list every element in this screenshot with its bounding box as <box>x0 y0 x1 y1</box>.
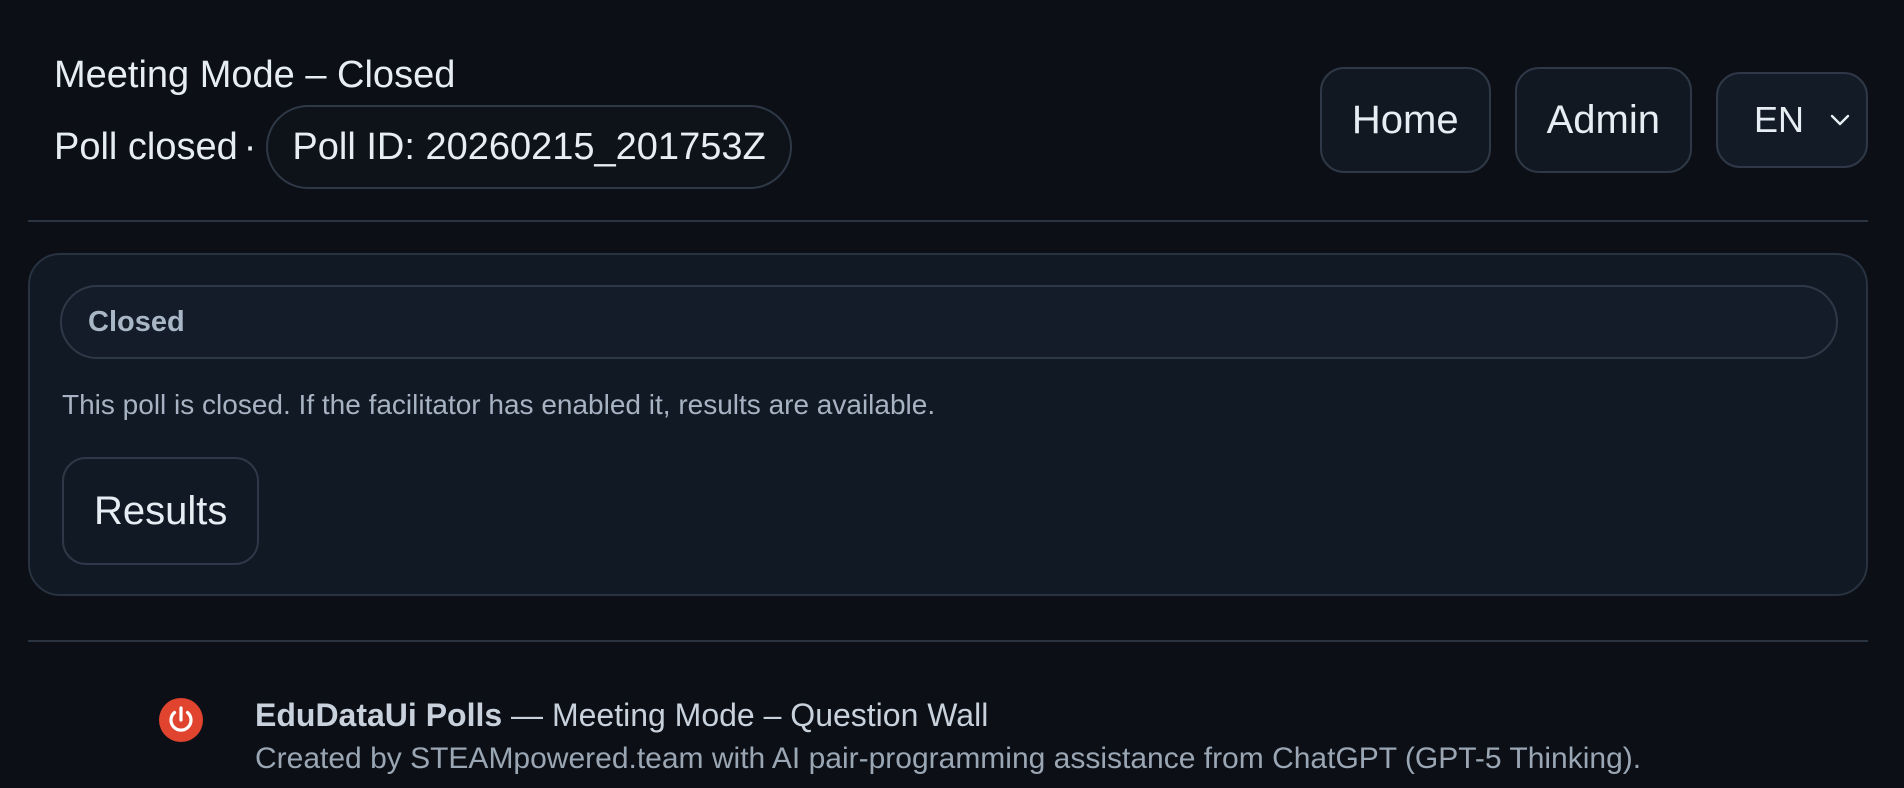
footer-credits: Created by STEAMpowered.team with AI pai… <box>255 742 1642 775</box>
chevron-down-icon <box>1830 114 1850 126</box>
home-button[interactable]: Home <box>1319 67 1491 173</box>
admin-button[interactable]: Admin <box>1514 67 1692 173</box>
footer-subtitle: — Meeting Mode – Question Wall <box>502 697 989 733</box>
footer-brand: EduDataUi Polls <box>255 697 503 733</box>
page-header: Meeting Mode – Closed Poll closed · Poll… <box>28 0 1868 222</box>
poll-status-line: Poll closed · Poll ID: 20260215_201753Z <box>54 104 792 190</box>
page-title: Meeting Mode – Closed <box>54 54 456 96</box>
status-badge: Closed <box>60 285 1838 359</box>
language-select[interactable]: EN <box>1716 72 1868 168</box>
closed-message: This poll is closed. If the facilitator … <box>62 389 936 420</box>
top-nav: Home Admin EN <box>1319 66 1868 174</box>
language-value: EN <box>1754 99 1805 140</box>
results-button[interactable]: Results <box>62 457 260 565</box>
power-icon <box>159 698 203 742</box>
poll-status-card: Closed This poll is closed. If the facil… <box>28 253 1868 596</box>
status-separator: · <box>243 125 257 168</box>
footer-divider <box>28 640 1868 642</box>
poll-id-badge: Poll ID: 20260215_201753Z <box>266 105 792 189</box>
poll-status-text: Poll closed <box>54 125 238 168</box>
footer-title: EduDataUi Polls — Meeting Mode – Questio… <box>255 697 988 734</box>
